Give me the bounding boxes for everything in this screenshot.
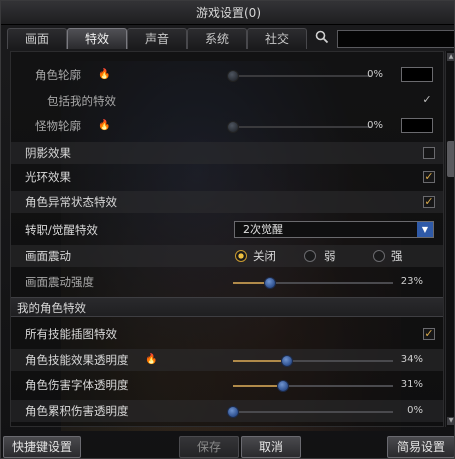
tab-social[interactable]: 社交 — [247, 28, 307, 49]
shadow-effect-label: 阴影效果 — [25, 146, 71, 160]
awakening-effect-dropdown[interactable]: 2次觉醒 ▼ — [234, 221, 434, 238]
row-awakening-effect: 转职/觉醒特效 2次觉醒 ▼ — [11, 219, 443, 241]
section-my-character-effects: 我的角色特效 — [11, 297, 443, 317]
include-my-effects-label: 包括我的特效 — [47, 94, 116, 108]
footer-bar: 快捷键设置 保存 取消 简易设置 — [1, 433, 454, 458]
shadow-effect-checkbox[interactable] — [423, 147, 435, 159]
row-abnormal-status: 角色异常状态特效 ✓ — [11, 191, 443, 213]
row-damage-font-transparency: 角色伤害字体透明度 31% — [11, 374, 443, 396]
scroll-thumb[interactable] — [447, 141, 454, 177]
cumulative-damage-transparency-label: 角色累积伤害透明度 — [25, 404, 129, 418]
search-input[interactable] — [337, 30, 454, 48]
row-shake-intensity: 画面震动强度 23% — [11, 271, 443, 293]
row-cumulative-damage-transparency: 角色累积伤害透明度 0% — [11, 400, 443, 422]
row-screen-shake: 画面震动 关闭 弱 强 — [11, 245, 443, 267]
slider-thumb[interactable] — [227, 70, 239, 82]
monster-outline-percent: 0% — [367, 120, 383, 131]
slider-thumb[interactable] — [276, 380, 289, 392]
simple-settings-button[interactable]: 简易设置 — [387, 436, 454, 458]
cancel-button[interactable]: 取消 — [241, 436, 301, 458]
scrollbar[interactable]: ▲ ▼ — [445, 51, 454, 427]
screen-shake-radio-weak[interactable] — [304, 250, 316, 262]
monster-outline-color-swatch[interactable] — [401, 118, 433, 133]
window-title: 游戏设置(0) — [1, 1, 454, 25]
row-include-my-effects: 包括我的特效 ✓ — [11, 90, 443, 112]
char-outline-color-swatch[interactable] — [401, 67, 433, 82]
char-outline-label: 角色轮廓 — [35, 68, 81, 82]
tab-bar: 画面 特效 声音 系统 社交 — [1, 28, 454, 50]
search-icon[interactable] — [311, 30, 333, 48]
settings-window: 游戏设置(0) 画面 特效 声音 系统 社交 角色轮廓 🔥 0% 包括我的特效 … — [0, 0, 455, 459]
slider-thumb[interactable] — [227, 406, 239, 418]
screen-shake-radio-off[interactable] — [235, 250, 247, 262]
cumulative-damage-transparency-slider[interactable] — [227, 406, 393, 418]
tab-system[interactable]: 系统 — [187, 28, 247, 49]
fire-icon: 🔥 — [98, 120, 111, 131]
row-shadow-effect: 阴影效果 — [11, 142, 443, 164]
row-all-skill-art: 所有技能插图特效 ✓ — [11, 323, 443, 345]
chevron-down-icon[interactable]: ▼ — [417, 222, 433, 237]
shake-intensity-label: 画面震动强度 — [25, 275, 94, 289]
fire-icon: 🔥 — [145, 354, 158, 365]
skill-transparency-percent: 34% — [400, 354, 423, 365]
aura-effect-checkbox[interactable]: ✓ — [423, 171, 435, 183]
row-skill-transparency: 角色技能效果透明度 🔥 34% — [11, 349, 443, 371]
scroll-down-arrow-icon[interactable]: ▼ — [447, 417, 454, 425]
fire-icon: 🔥 — [98, 69, 111, 80]
scroll-up-arrow-icon[interactable]: ▲ — [447, 53, 454, 61]
tab-sound[interactable]: 声音 — [127, 28, 187, 49]
aura-effect-label: 光环效果 — [25, 170, 71, 184]
awakening-effect-label: 转职/觉醒特效 — [25, 223, 98, 237]
include-my-effects-checkbox[interactable]: ✓ — [421, 94, 433, 107]
tab-graphics[interactable]: 画面 — [7, 28, 67, 49]
row-char-outline: 角色轮廓 🔥 0% — [11, 64, 443, 86]
cumulative-damage-transparency-percent: 0% — [407, 405, 423, 416]
screen-shake-option-strong[interactable]: 强 — [391, 245, 403, 267]
skill-transparency-slider[interactable] — [233, 355, 393, 367]
damage-font-transparency-label: 角色伤害字体透明度 — [25, 378, 129, 392]
screen-shake-option-weak[interactable]: 弱 — [324, 245, 336, 267]
screen-shake-label: 画面震动 — [25, 249, 71, 263]
all-skill-art-label: 所有技能插图特效 — [25, 327, 117, 341]
damage-font-transparency-percent: 31% — [400, 379, 423, 390]
slider-thumb[interactable] — [227, 121, 239, 133]
settings-list: 角色轮廓 🔥 0% 包括我的特效 ✓ 怪物轮廓 🔥 0% 阴影效果 光环效果 ✓… — [10, 51, 444, 427]
row-monster-outline: 怪物轮廓 🔥 0% — [11, 115, 443, 137]
abnormal-status-checkbox[interactable]: ✓ — [423, 196, 435, 208]
row-aura-effect: 光环效果 ✓ — [11, 166, 443, 188]
damage-font-transparency-slider[interactable] — [233, 380, 393, 392]
shake-intensity-percent: 23% — [400, 276, 423, 287]
abnormal-status-label: 角色异常状态特效 — [25, 195, 117, 209]
skill-transparency-label: 角色技能效果透明度 — [25, 353, 129, 367]
screen-shake-option-off[interactable]: 关闭 — [253, 245, 276, 267]
shake-intensity-slider[interactable] — [233, 277, 393, 289]
screen-shake-radio-strong[interactable] — [373, 250, 385, 262]
awakening-effect-value: 2次觉醒 — [243, 223, 283, 236]
slider-thumb[interactable] — [263, 277, 276, 289]
all-skill-art-checkbox[interactable]: ✓ — [423, 328, 435, 340]
shortcut-settings-button[interactable]: 快捷键设置 — [3, 436, 81, 458]
slider-thumb[interactable] — [281, 355, 294, 367]
char-outline-percent: 0% — [367, 69, 383, 80]
monster-outline-label: 怪物轮廓 — [35, 119, 81, 133]
save-button[interactable]: 保存 — [179, 436, 239, 458]
section-title: 我的角色特效 — [17, 301, 86, 315]
tab-effects[interactable]: 特效 — [67, 28, 127, 49]
